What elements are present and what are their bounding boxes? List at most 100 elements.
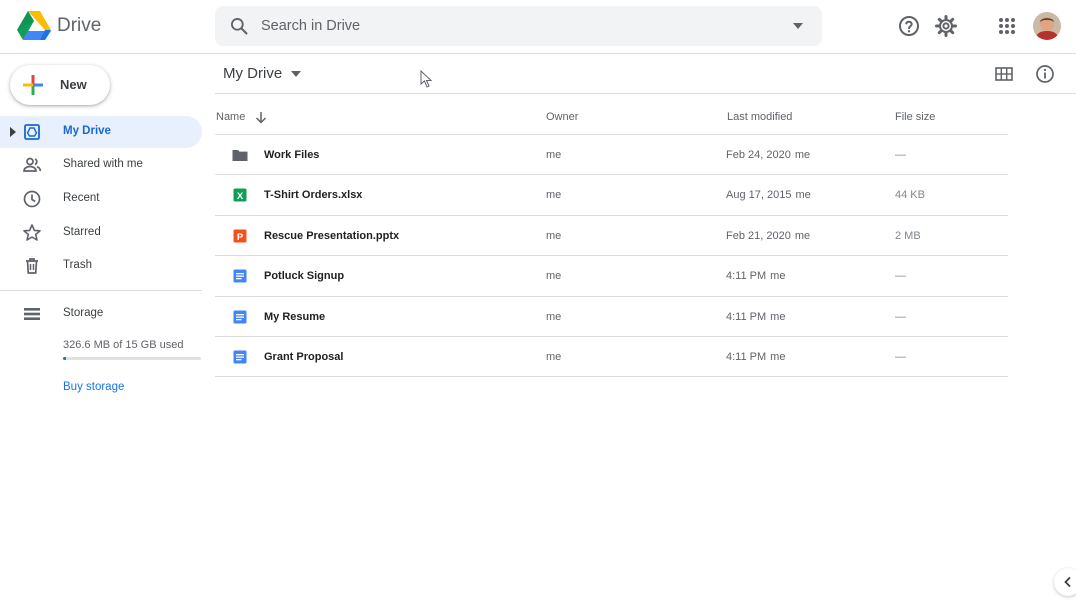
svg-text:X: X: [237, 191, 244, 202]
column-header-owner[interactable]: Owner: [546, 102, 578, 135]
file-name: My Resume: [264, 310, 326, 323]
drive-logo-icon[interactable]: [17, 11, 51, 41]
side-panel-toggle[interactable]: [1054, 568, 1076, 596]
modified-by: me: [794, 149, 811, 161]
file-row[interactable]: My Resume me 4:11 PM me —: [215, 297, 1008, 337]
search-options-dropdown-icon[interactable]: [790, 20, 806, 32]
grid-view-icon[interactable]: [995, 66, 1013, 82]
sidebar-item-storage[interactable]: Storage: [0, 298, 202, 330]
modified-by: me: [770, 310, 786, 323]
sidebar-item-label: Starred: [63, 226, 101, 238]
new-button-label: New: [60, 77, 87, 92]
file-name: Potluck Signup: [264, 270, 345, 283]
modified-date: 4:11 PM: [726, 270, 767, 283]
file-last-modified: 4:11 PM me: [726, 311, 785, 323]
file-owner: me: [546, 270, 562, 283]
sheets-file-icon: X: [233, 188, 247, 202]
shared-people-icon: [23, 157, 42, 172]
file-name: Rescue Presentation.pptx: [264, 229, 400, 242]
file-owner: me: [546, 229, 562, 242]
top-bar: Drive: [0, 0, 1076, 54]
file-size: —: [895, 149, 906, 161]
sidebar-item-recent[interactable]: Recent: [0, 183, 202, 215]
search-icon[interactable]: [229, 16, 249, 36]
file-name: Work Files: [264, 149, 320, 161]
file-owner: me: [546, 149, 562, 161]
file-last-modified: Aug 17, 2015 me: [726, 189, 811, 201]
file-size: —: [895, 270, 906, 283]
buy-storage-link[interactable]: Buy storage: [63, 381, 124, 393]
new-button[interactable]: New: [10, 65, 110, 105]
file-size: —: [895, 351, 906, 363]
settings-gear-icon[interactable]: [934, 14, 958, 38]
file-last-modified: 4:11 PM me: [726, 270, 785, 282]
sidebar-item-label: Trash: [63, 259, 92, 271]
sidebar-item-my-drive[interactable]: My Drive: [0, 116, 202, 148]
file-list-header: Name Owner Last modified File size: [215, 102, 1008, 135]
modified-date: Feb 21, 2020: [726, 229, 791, 242]
modified-date: Feb 24, 2020: [726, 149, 791, 161]
modified-by: me: [770, 351, 786, 363]
file-last-modified: Feb 24, 2020 me: [726, 149, 810, 161]
plus-icon: [23, 75, 43, 95]
modified-by: me: [795, 189, 811, 202]
modified-by: me: [794, 229, 811, 242]
app-name[interactable]: Drive: [57, 15, 101, 37]
file-row[interactable]: Potluck Signup me 4:11 PM me —: [215, 256, 1008, 297]
file-size: 2 MB: [895, 229, 921, 242]
column-header-name[interactable]: Name: [216, 102, 245, 135]
help-icon[interactable]: [897, 14, 921, 38]
storage-usage-text: 326.6 MB of 15 GB used: [63, 339, 184, 351]
sidebar-item-label: Shared with me: [63, 158, 143, 170]
svg-text:P: P: [237, 232, 244, 243]
expand-arrow-icon[interactable]: [10, 127, 16, 137]
storage-icon: [24, 308, 40, 320]
docs-file-icon: [233, 350, 247, 364]
chevron-down-icon[interactable]: [291, 71, 301, 77]
storage-progress-fill: [63, 357, 67, 360]
docs-file-icon: [233, 269, 247, 283]
storage-progress-bar: [63, 357, 201, 360]
sidebar-item-starred[interactable]: Starred: [0, 217, 202, 249]
star-icon: [23, 224, 41, 241]
mouse-cursor-icon: [420, 70, 432, 88]
sidebar-item-trash[interactable]: Trash: [0, 250, 202, 282]
apps-grid-icon[interactable]: [995, 14, 1019, 38]
file-row[interactable]: P Rescue Presentation.pptx me Feb 21, 20…: [215, 216, 1008, 257]
file-row[interactable]: Work Files me Feb 24, 2020 me —: [215, 135, 1008, 176]
file-row[interactable]: X T-Shirt Orders.xlsx me Aug 17, 2015 me …: [215, 175, 1008, 216]
file-name: Grant Proposal: [264, 351, 344, 363]
modified-by: me: [770, 270, 786, 283]
file-owner: me: [546, 310, 562, 323]
file-owner: me: [546, 189, 562, 202]
search-input[interactable]: [261, 6, 781, 46]
avatar-image: [1033, 12, 1061, 40]
sidebar-divider: [0, 290, 202, 291]
sidebar-item-shared-with-me[interactable]: Shared with me: [0, 149, 202, 181]
column-header-last-modified[interactable]: Last modified: [727, 102, 792, 135]
modified-date: 4:11 PM: [726, 310, 767, 323]
file-row[interactable]: Grant Proposal me 4:11 PM me —: [215, 337, 1008, 378]
slides-file-icon: P: [233, 229, 247, 243]
file-last-modified: Feb 21, 2020 me: [726, 230, 810, 242]
account-avatar[interactable]: [1033, 12, 1061, 40]
file-size: 44 KB: [895, 189, 925, 202]
trash-icon: [26, 258, 38, 274]
file-size: —: [895, 310, 906, 323]
info-icon[interactable]: [1035, 64, 1055, 84]
docs-file-icon: [233, 310, 247, 324]
folder-icon: [232, 150, 248, 161]
my-drive-icon: [24, 124, 40, 140]
page-title[interactable]: My Drive: [223, 65, 282, 82]
search-bar[interactable]: [215, 6, 822, 46]
sort-arrow-down-icon[interactable]: [255, 111, 267, 124]
modified-date: Aug 17, 2015: [726, 189, 792, 202]
chevron-left-icon: [1064, 576, 1071, 588]
file-name: T-Shirt Orders.xlsx: [264, 189, 363, 202]
file-last-modified: 4:11 PM me: [726, 351, 785, 363]
column-header-file-size[interactable]: File size: [895, 102, 935, 135]
modified-date: 4:11 PM: [726, 351, 767, 363]
file-owner: me: [546, 351, 562, 363]
sidebar-item-label: Recent: [63, 192, 100, 204]
clock-icon: [23, 190, 41, 208]
